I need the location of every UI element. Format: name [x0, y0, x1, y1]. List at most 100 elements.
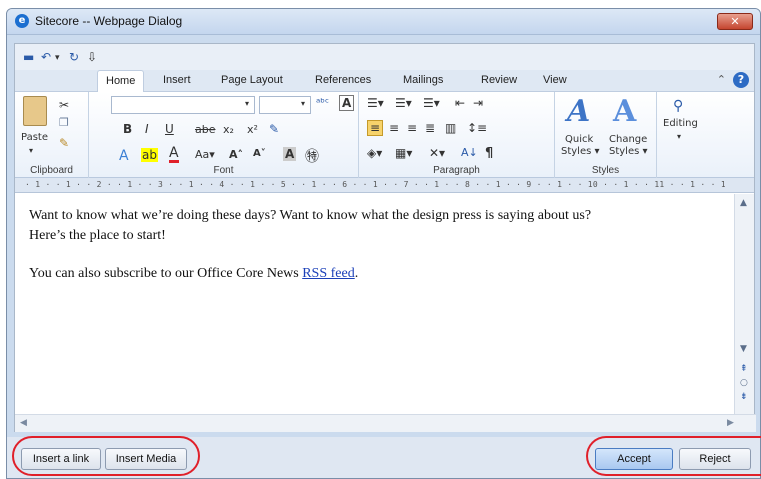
asian-layout-icon[interactable]: ✕▾ — [429, 146, 445, 160]
underline-button[interactable]: U — [165, 122, 174, 136]
align-center-icon[interactable]: ≡ — [389, 121, 399, 135]
styles-label: Styles — [591, 165, 620, 176]
quick-styles-dropdown[interactable]: Styles ▾ — [561, 146, 600, 157]
align-left-icon[interactable]: ≡ — [367, 120, 384, 136]
decrease-indent-icon[interactable]: ⇤ — [455, 96, 465, 110]
format-painter-icon[interactable]: ✎ — [59, 136, 69, 150]
save-icon[interactable]: ▬ — [23, 50, 34, 64]
undo-icon[interactable]: ↶ — [41, 50, 51, 64]
line-spacing-icon[interactable]: ↕≡ — [467, 121, 487, 135]
clipboard-label: Clipboard — [30, 165, 73, 176]
subscript-button[interactable]: x₂ — [223, 123, 234, 136]
editing-group: ⚲ Editing ▾ — [657, 92, 709, 178]
customize-qat-icon[interactable]: ⇩ — [87, 50, 97, 64]
scroll-right-icon[interactable]: ▶ — [727, 418, 734, 428]
font-name-box[interactable] — [111, 96, 255, 114]
cut-icon[interactable]: ✂ — [59, 98, 69, 112]
select-browse-object-icon[interactable]: ○ — [740, 378, 748, 388]
document-body[interactable]: Want to know what we’re doing these days… — [15, 194, 736, 414]
rss-text: You can also subscribe to our Office Cor… — [29, 266, 303, 281]
superscript-button[interactable]: x² — [247, 123, 258, 136]
font-group: ▾ ▾ ᵃᵇᶜ A B I U abe x₂ x² ✎ A ab A Aa▾ A… — [89, 92, 359, 178]
binoculars-icon[interactable]: ⚲ — [673, 98, 683, 114]
text-effects-icon[interactable]: A — [119, 148, 129, 164]
quick-styles-label[interactable]: Quick — [565, 134, 593, 145]
ie-icon: e — [15, 14, 29, 28]
paragraph-line-1: Want to know what we’re doing these days… — [29, 208, 592, 223]
align-right-icon[interactable]: ≡ — [407, 121, 417, 135]
rss-period: . — [354, 266, 359, 281]
tab-review[interactable]: Review — [481, 74, 517, 86]
styles-group: A A Quick Styles ▾ Change Styles ▾ Style… — [555, 92, 657, 178]
strikethrough-button[interactable]: abe — [195, 123, 216, 136]
change-styles-icon[interactable]: A — [613, 94, 636, 129]
change-case-icon[interactable]: ✎ — [269, 122, 279, 136]
window-title: Sitecore -- Webpage Dialog — [35, 14, 183, 28]
tab-page-layout[interactable]: Page Layout — [221, 74, 283, 86]
grow-font-button[interactable]: A˄ — [229, 148, 243, 161]
tab-insert[interactable]: Insert — [163, 74, 191, 86]
paragraph-line-2: Here’s the place to start! — [29, 228, 166, 243]
word-editor: ▬ ↶ ▾ ↻ ⇩ Home Insert Page Layout Refere… — [14, 43, 756, 432]
close-button[interactable]: ✕ — [717, 13, 753, 30]
paste-dropdown-icon[interactable]: ▾ — [29, 146, 33, 155]
char-shading-icon[interactable]: A — [283, 147, 297, 161]
tab-references[interactable]: References — [315, 74, 371, 86]
borders-icon[interactable]: ▦▾ — [395, 146, 412, 160]
tab-home[interactable]: Home — [97, 70, 145, 93]
dialog-window: e Sitecore -- Webpage Dialog ✕ ▬ ↶ ▾ ↻ ⇩… — [6, 8, 761, 479]
ribbon-tabs: Home Insert Page Layout References Maili… — [15, 70, 754, 93]
change-styles-dropdown[interactable]: Styles ▾ — [609, 146, 648, 157]
editing-button[interactable]: Editing — [663, 118, 698, 129]
horizontal-scrollbar[interactable]: ◀ ▶ — [15, 414, 756, 432]
numbering-icon[interactable]: ☰▾ — [395, 96, 412, 110]
font-color-icon[interactable]: A — [169, 146, 179, 163]
bullets-icon[interactable]: ☰▾ — [367, 96, 384, 110]
scroll-left-icon[interactable]: ◀ — [20, 418, 27, 428]
shrink-font-button[interactable]: A˅ — [253, 148, 266, 159]
quick-access-toolbar: ▬ ↶ ▾ ↻ ⇩ — [15, 44, 754, 70]
next-page-icon[interactable]: ⇟ — [740, 392, 748, 402]
tab-mailings[interactable]: Mailings — [403, 74, 443, 86]
enclose-char-icon[interactable]: ㊕ — [305, 146, 319, 166]
scroll-up-icon[interactable]: ▲ — [740, 198, 747, 208]
paste-label[interactable]: Paste — [21, 132, 48, 143]
change-case-button[interactable]: Aa▾ — [195, 148, 215, 161]
sort-icon[interactable]: A↓ — [461, 146, 478, 159]
show-marks-icon[interactable]: ¶ — [485, 146, 493, 161]
redo-icon[interactable]: ↻ — [69, 50, 79, 64]
undo-dropdown-icon[interactable]: ▾ — [55, 53, 60, 63]
minimize-ribbon-icon[interactable]: ⌃ — [717, 73, 726, 86]
clear-formatting-icon[interactable]: ᵃᵇᶜ — [316, 96, 329, 109]
copy-icon[interactable]: ❐ — [59, 116, 69, 129]
paste-icon[interactable] — [23, 96, 47, 126]
tab-view[interactable]: View — [543, 74, 567, 86]
help-icon[interactable]: ? — [733, 72, 749, 88]
font-size-dropdown-icon[interactable]: ▾ — [301, 99, 305, 108]
left-highlight-oval — [12, 436, 200, 476]
bold-button[interactable]: B — [123, 122, 132, 136]
shading-icon[interactable]: ◈▾ — [367, 146, 382, 160]
ribbon: Paste ▾ ✂ ❐ ✎ Clipboard ▾ ▾ ᵃᵇᶜ A B I U … — [15, 92, 754, 178]
title-bar: e Sitecore -- Webpage Dialog ✕ — [7, 9, 760, 35]
font-name-dropdown-icon[interactable]: ▾ — [245, 99, 249, 108]
quick-styles-icon[interactable]: A — [567, 94, 590, 129]
vertical-scrollbar[interactable]: ▲ ▼ ⇞ ○ ⇟ — [734, 194, 754, 414]
highlight-icon[interactable]: ab — [141, 148, 158, 162]
previous-page-icon[interactable]: ⇞ — [740, 364, 748, 374]
horizontal-ruler[interactable]: · 1 · · 1 · · 2 · · 1 · · 3 · · 1 · · 4 … — [15, 178, 754, 193]
right-highlight-oval — [586, 436, 761, 476]
char-border-icon[interactable]: A — [339, 95, 355, 111]
ruler-ticks: · 1 · · 1 · · 2 · · 1 · · 3 · · 1 · · 4 … — [25, 180, 725, 189]
justify-icon[interactable]: ≣ — [425, 121, 435, 135]
scroll-down-icon[interactable]: ▼ — [740, 344, 747, 354]
editing-dropdown-icon[interactable]: ▾ — [677, 132, 681, 141]
italic-button[interactable]: I — [145, 122, 149, 136]
distributed-icon[interactable]: ▥ — [445, 121, 456, 135]
paragraph-rss: You can also subscribe to our Office Cor… — [29, 264, 358, 284]
rss-feed-link[interactable]: RSS feed — [302, 266, 355, 281]
increase-indent-icon[interactable]: ⇥ — [473, 96, 483, 110]
change-styles-label[interactable]: Change — [609, 134, 647, 145]
font-label: Font — [213, 165, 234, 176]
multilevel-list-icon[interactable]: ☰▾ — [423, 96, 440, 110]
